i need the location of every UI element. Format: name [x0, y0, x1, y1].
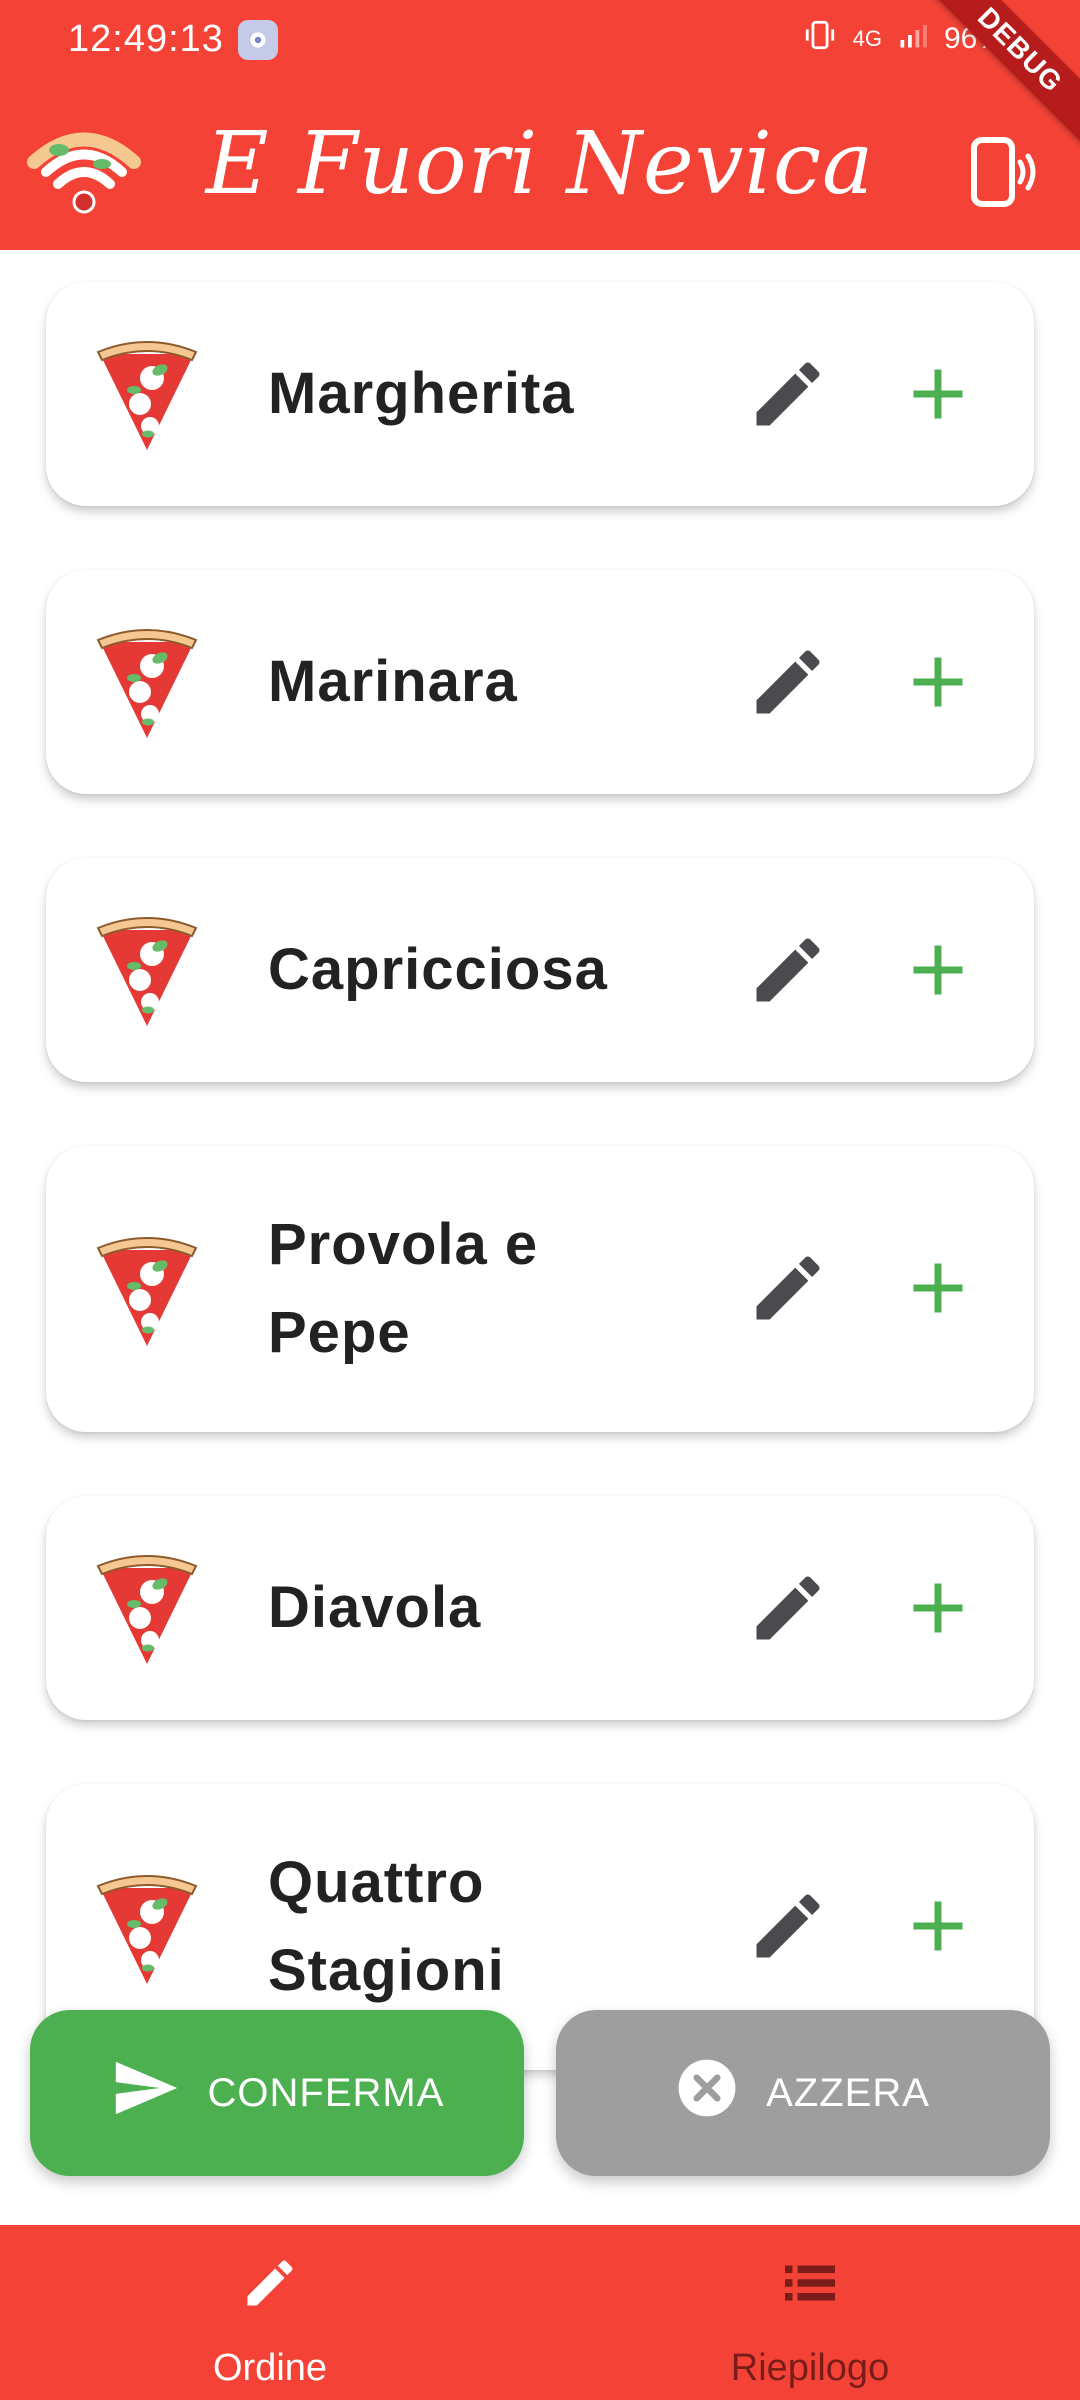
pizza-name: Margherita: [268, 361, 575, 426]
list-icon: [780, 2253, 840, 2313]
pizza-card-provola-e-pepe[interactable]: Provola e Pepe: [46, 1146, 1034, 1432]
add-pizza-button[interactable]: [896, 1246, 980, 1330]
vibrate-icon: [803, 18, 837, 60]
pizza-slice-icon: [94, 1230, 200, 1352]
edit-pizza-button[interactable]: [746, 1246, 830, 1330]
pizza-slice-icon: [94, 910, 200, 1032]
pizza-name: Marinara: [268, 649, 518, 714]
add-pizza-button[interactable]: [896, 1566, 980, 1650]
pizza-card-margherita[interactable]: Margherita: [46, 282, 1034, 506]
pizza-list[interactable]: Margherita Marinara Capricciosa Provola …: [0, 250, 1080, 2225]
pizza-name: Capricciosa: [268, 937, 608, 1002]
top-bar: 12:49:13 4G 96% DEBUG E Fuori Nevica: [0, 0, 1080, 250]
pencil-icon: [240, 2253, 300, 2313]
app-bar: E Fuori Nevica: [0, 80, 1080, 250]
phone-nfc-icon[interactable]: [968, 132, 1040, 212]
pizza-name: Diavola: [268, 1575, 482, 1640]
pizza-slice-icon: [94, 334, 200, 456]
edit-pizza-button[interactable]: [746, 1884, 830, 1968]
reset-button[interactable]: AZZERA: [556, 2010, 1050, 2176]
nav-label-ordine: Ordine: [212, 2347, 328, 2389]
nav-item-ordine[interactable]: Ordine: [0, 2225, 540, 2400]
pizza-name: Quattro Stagioni: [268, 1850, 505, 2003]
status-time: 12:49:13: [68, 18, 224, 60]
edit-pizza-button[interactable]: [746, 352, 830, 436]
network-type: 4G: [852, 26, 882, 51]
pizza-card-marinara[interactable]: Marinara: [46, 570, 1034, 794]
add-pizza-button[interactable]: [896, 928, 980, 1012]
pizza-slice-icon: [94, 622, 200, 744]
confirm-label: CONFERMA: [207, 2070, 445, 2115]
pizza-name: Provola e Pepe: [268, 1212, 539, 1365]
add-pizza-button[interactable]: [896, 1884, 980, 1968]
add-pizza-button[interactable]: [896, 352, 980, 436]
status-bar: 12:49:13 4G 96% DEBUG: [0, 0, 1080, 158]
pizza-slice-icon: [94, 1868, 200, 1990]
edit-pizza-button[interactable]: [746, 1566, 830, 1650]
pizza-slice-icon: [94, 1548, 200, 1670]
edit-pizza-button[interactable]: [746, 640, 830, 724]
clear-icon: [676, 2057, 738, 2129]
pizza-card-diavola[interactable]: Diavola: [46, 1496, 1034, 1720]
signal-icon: [898, 20, 928, 58]
edit-pizza-button[interactable]: [746, 928, 830, 1012]
nav-label-riepilogo: Riepilogo: [730, 2347, 890, 2389]
pizza-card-capricciosa[interactable]: Capricciosa: [46, 858, 1034, 1082]
settings-notification-icon: [238, 20, 278, 60]
app-title: E Fuori Nevica: [205, 114, 875, 214]
bottom-navigation: Ordine Riepilogo: [0, 2225, 1080, 2400]
send-icon: [110, 2053, 180, 2133]
nav-item-riepilogo[interactable]: Riepilogo: [540, 2225, 1080, 2400]
add-pizza-button[interactable]: [896, 640, 980, 724]
reset-label: AZZERA: [766, 2070, 930, 2115]
confirm-button[interactable]: CONFERMA: [30, 2010, 524, 2176]
